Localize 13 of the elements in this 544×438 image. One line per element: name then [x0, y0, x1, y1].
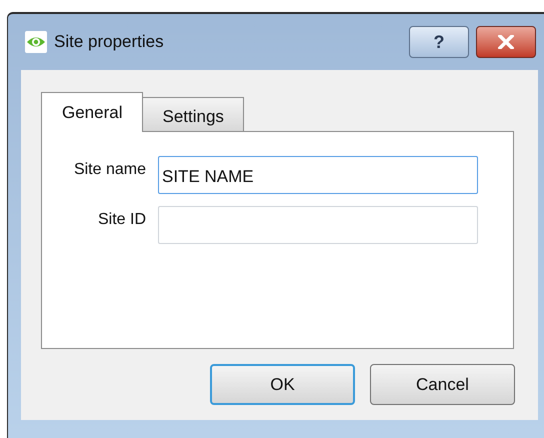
- close-button[interactable]: [476, 26, 536, 58]
- eye-icon: [25, 31, 47, 53]
- tab[interactable]: Settings: [143, 97, 244, 132]
- dialog-button[interactable]: OK: [210, 364, 355, 405]
- field-label: Site name: [72, 160, 147, 180]
- window-title: Site properties: [54, 31, 164, 54]
- dialog-button[interactable]: Cancel: [370, 364, 515, 405]
- text-field[interactable]: SITE NAME: [158, 156, 478, 194]
- field-label: Site ID: [96, 210, 147, 230]
- text-field[interactable]: [158, 206, 478, 244]
- close-icon: [498, 35, 514, 49]
- help-button[interactable]: ?: [409, 26, 469, 58]
- tab[interactable]: General: [41, 92, 144, 132]
